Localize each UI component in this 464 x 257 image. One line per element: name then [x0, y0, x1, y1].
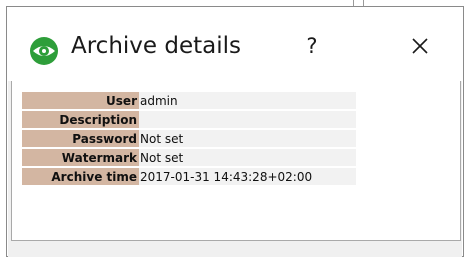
dialog-title: Archive details	[71, 33, 241, 59]
details-panel: User admin Description Password Not set …	[11, 81, 461, 241]
detail-value-user: admin	[139, 92, 356, 109]
detail-row-description: Description	[22, 111, 356, 128]
archive-details-dialog: Archive details ? User admin Description	[6, 6, 464, 257]
close-button[interactable]	[405, 31, 435, 61]
detail-row-archive-time: Archive time 2017-01-31 14:43:28+02:00	[22, 168, 356, 185]
detail-row-password: Password Not set	[22, 130, 356, 147]
eye-icon	[29, 36, 59, 66]
help-button[interactable]: ?	[297, 29, 327, 63]
detail-value-password: Not set	[139, 130, 356, 147]
detail-label-description: Description	[22, 111, 139, 128]
detail-label-watermark: Watermark	[22, 149, 139, 166]
title-bar[interactable]: Archive details ?	[7, 7, 463, 81]
detail-value-archive-time: 2017-01-31 14:43:28+02:00	[139, 168, 356, 185]
detail-row-watermark: Watermark Not set	[22, 149, 356, 166]
detail-row-user: User admin	[22, 92, 356, 109]
detail-label-password: Password	[22, 130, 139, 147]
close-icon	[412, 38, 428, 54]
details-table: User admin Description Password Not set …	[22, 90, 356, 187]
detail-label-user: User	[22, 92, 139, 109]
detail-label-archive-time: Archive time	[22, 168, 139, 185]
detail-value-description	[139, 111, 356, 128]
detail-value-watermark: Not set	[139, 149, 356, 166]
dialog-content: User admin Description Password Not set …	[8, 81, 462, 257]
